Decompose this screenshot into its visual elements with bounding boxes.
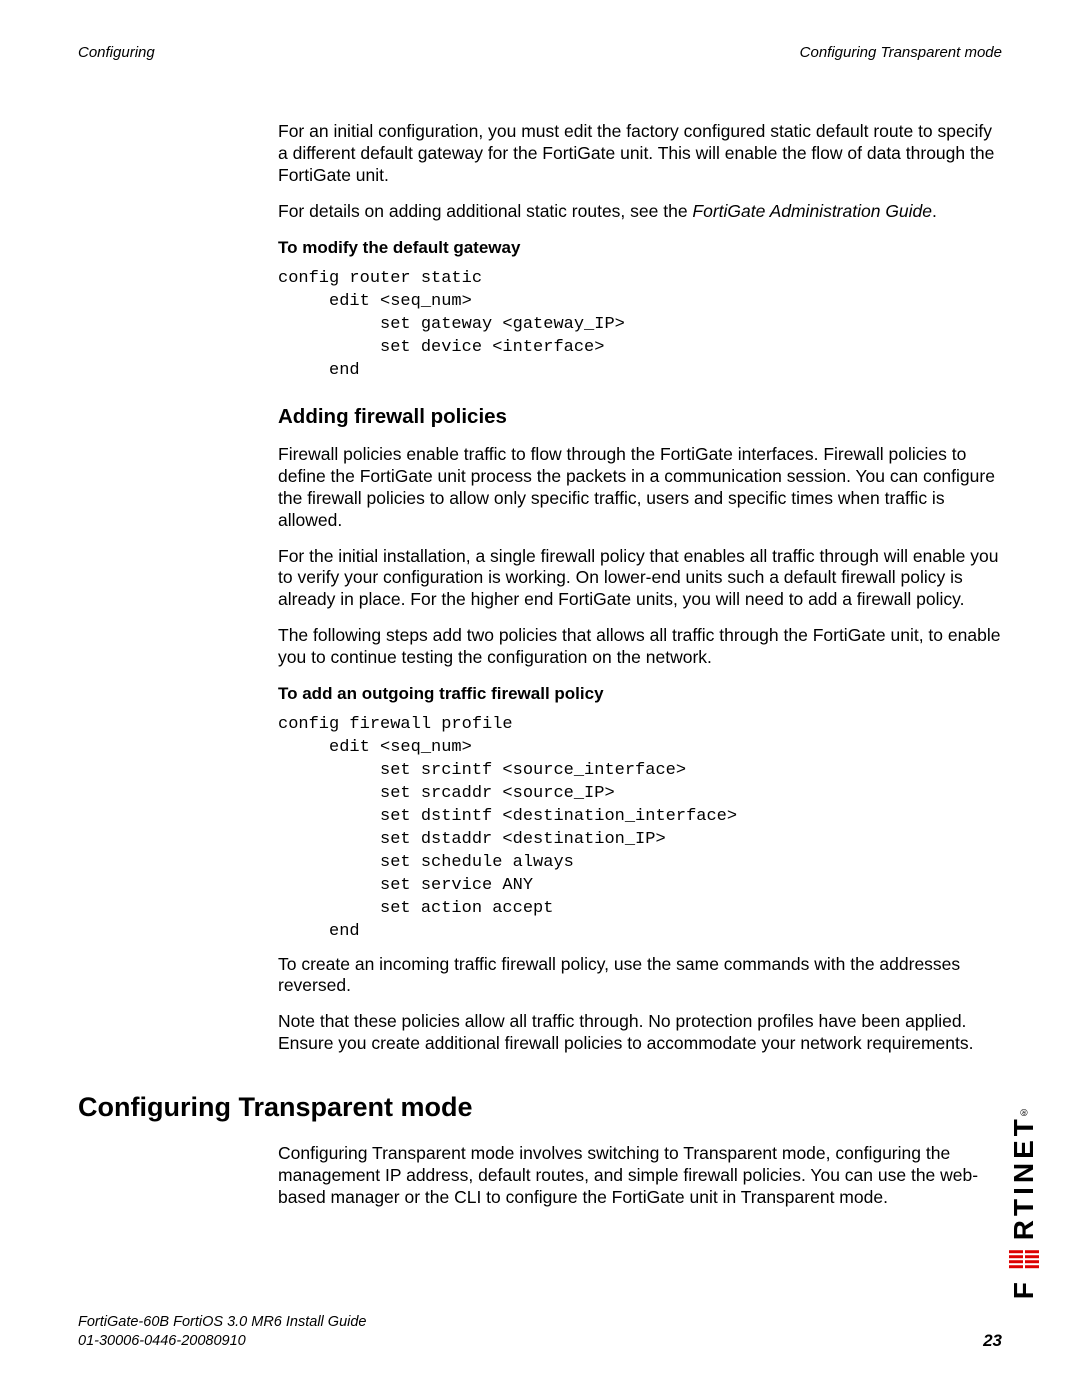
- intro-p2-citation: FortiGate Administration Guide: [692, 201, 932, 221]
- firewall-code-block: config firewall profile edit <seq_num> s…: [278, 714, 1002, 943]
- footer-doc-id: 01-30006-0446-20080910: [78, 1332, 367, 1351]
- fortinet-logo: F RTINET ®: [1008, 1104, 1040, 1299]
- firewall-paragraph-2: For the initial installation, a single f…: [278, 546, 1002, 612]
- logo-text-part1: F: [1008, 1278, 1040, 1299]
- firewall-paragraph-5: Note that these policies allow all traff…: [278, 1011, 1002, 1055]
- gateway-code-block: config router static edit <seq_num> set …: [278, 268, 1002, 383]
- firewall-sub-heading: To add an outgoing traffic firewall poli…: [278, 683, 1002, 704]
- firewall-section-title: Adding firewall policies: [278, 404, 1002, 430]
- transparent-paragraph-1: Configuring Transparent mode involves sw…: [278, 1143, 1002, 1209]
- intro-p2-text-a: For details on adding additional static …: [278, 201, 692, 221]
- intro-paragraph-2: For details on adding additional static …: [278, 201, 1002, 223]
- firewall-paragraph-4: To create an incoming traffic firewall p…: [278, 954, 1002, 998]
- logo-grid-icon: [1009, 1250, 1039, 1268]
- intro-paragraph-1: For an initial configuration, you must e…: [278, 121, 1002, 187]
- transparent-section-title: Configuring Transparent mode: [78, 1091, 1002, 1125]
- trademark-symbol: ®: [1019, 1106, 1030, 1117]
- footer-guide-title: FortiGate-60B FortiOS 3.0 MR6 Install Gu…: [78, 1313, 367, 1332]
- page-header: Configuring Configuring Transparent mode: [78, 44, 1002, 61]
- main-content: For an initial configuration, you must e…: [278, 121, 1002, 1208]
- firewall-paragraph-3: The following steps add two policies tha…: [278, 625, 1002, 669]
- page-footer: FortiGate-60B FortiOS 3.0 MR6 Install Gu…: [78, 1313, 1002, 1351]
- firewall-paragraph-1: Firewall policies enable traffic to flow…: [278, 444, 1002, 532]
- header-right: Configuring Transparent mode: [800, 44, 1002, 61]
- gateway-heading: To modify the default gateway: [278, 237, 1002, 258]
- intro-p2-text-c: .: [932, 201, 937, 221]
- page-number: 23: [983, 1331, 1002, 1351]
- header-left: Configuring: [78, 44, 155, 61]
- logo-text-part2: RTINET: [1008, 1115, 1040, 1240]
- footer-left: FortiGate-60B FortiOS 3.0 MR6 Install Gu…: [78, 1313, 367, 1351]
